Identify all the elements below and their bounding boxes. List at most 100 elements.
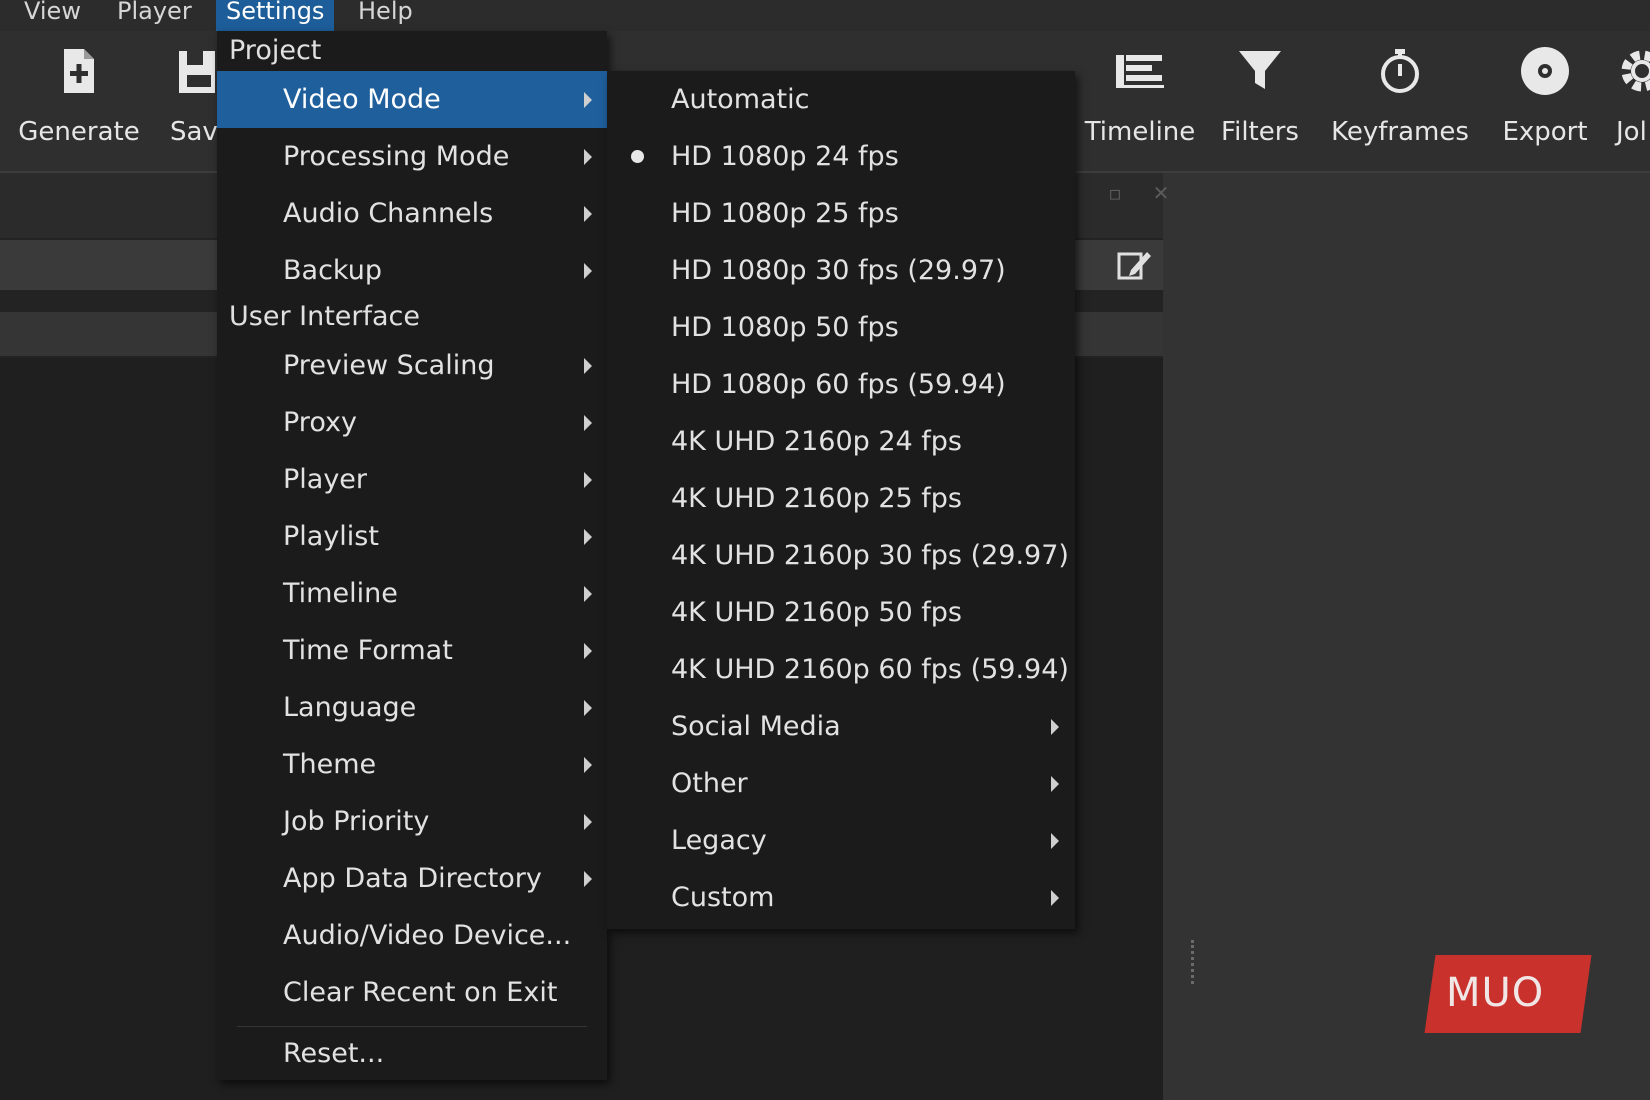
menu-item-label: HD 1080p 60 fps (59.94) xyxy=(671,369,1006,400)
menu-item-label: Preview Scaling xyxy=(283,350,495,381)
generate-button[interactable]: Generate xyxy=(14,31,144,171)
menu-item-label: Automatic xyxy=(671,84,810,115)
menu-item-label: Processing Mode xyxy=(283,141,510,172)
submenu-arrow-icon xyxy=(584,871,592,887)
menu-player[interactable]: Player xyxy=(107,0,202,31)
submenu-arrow-icon xyxy=(584,814,592,830)
menu-item-playlist[interactable]: Playlist xyxy=(217,508,607,565)
menu-item-label: App Data Directory xyxy=(283,863,542,894)
menu-item-theme[interactable]: Theme xyxy=(217,736,607,793)
menu-item-job-priority[interactable]: Job Priority xyxy=(217,793,607,850)
timeline-button[interactable]: Timeline xyxy=(1070,31,1210,171)
menu-item-clear-recent-on-exit[interactable]: Clear Recent on Exit xyxy=(217,964,607,1021)
panel-close-icon[interactable]: ✕ xyxy=(1148,180,1174,206)
menu-item-label: Theme xyxy=(283,749,377,780)
submenu-arrow-icon xyxy=(584,92,592,108)
menu-settings[interactable]: Settings xyxy=(216,0,335,31)
selected-radio-icon xyxy=(631,150,644,163)
stopwatch-icon xyxy=(1325,45,1475,105)
submenu-arrow-icon xyxy=(584,529,592,545)
menu-item-label: HD 1080p 50 fps xyxy=(671,312,899,343)
menu-item-label: Player xyxy=(283,464,368,495)
panel-float-icon[interactable]: ▫ xyxy=(1102,180,1128,206)
jobs-label: Jol xyxy=(1616,117,1647,147)
menu-item-label: Playlist xyxy=(283,521,379,552)
submenu-arrow-icon xyxy=(584,472,592,488)
menu-item-audio-video-device[interactable]: Audio/Video Device... xyxy=(217,907,607,964)
settings-menu: Project User Interface Video Mode Proces… xyxy=(217,31,607,1080)
submenu-arrow-icon xyxy=(1051,890,1059,906)
filter-icon xyxy=(1210,45,1310,105)
save-button[interactable]: Sav xyxy=(160,31,220,171)
export-button[interactable]: Export xyxy=(1490,31,1600,171)
menu-item-label: Proxy xyxy=(283,407,357,438)
video-mode-hd-1080p-25[interactable]: HD 1080p 25 fps xyxy=(607,185,1075,242)
video-mode-other[interactable]: Other xyxy=(607,755,1075,812)
menu-item-label: Legacy xyxy=(671,825,767,856)
edit-icon[interactable] xyxy=(1115,246,1155,286)
menu-item-label: Job Priority xyxy=(283,806,430,837)
menu-item-label: Audio Channels xyxy=(283,198,494,229)
menu-item-player[interactable]: Player xyxy=(217,451,607,508)
generate-label: Generate xyxy=(18,117,140,147)
menu-item-video-mode[interactable]: Video Mode xyxy=(217,71,607,128)
menu-item-label: HD 1080p 30 fps (29.97) xyxy=(671,255,1006,286)
video-mode-automatic[interactable]: Automatic xyxy=(607,71,1075,128)
filters-label: Filters xyxy=(1221,117,1299,147)
menu-item-preview-scaling[interactable]: Preview Scaling xyxy=(217,337,607,394)
menu-view[interactable]: View xyxy=(14,0,91,31)
submenu-arrow-icon xyxy=(584,757,592,773)
menu-item-label: Timeline xyxy=(283,578,398,609)
submenu-arrow-icon xyxy=(584,643,592,659)
menu-item-proxy[interactable]: Proxy xyxy=(217,394,607,451)
menu-item-label: Reset... xyxy=(283,1038,385,1069)
video-mode-4k-2160p-60[interactable]: 4K UHD 2160p 60 fps (59.94) xyxy=(607,641,1075,698)
video-mode-social-media[interactable]: Social Media xyxy=(607,698,1075,755)
menu-item-label: Video Mode xyxy=(283,84,441,115)
menu-item-time-format[interactable]: Time Format xyxy=(217,622,607,679)
video-mode-4k-2160p-50[interactable]: 4K UHD 2160p 50 fps xyxy=(607,584,1075,641)
video-mode-hd-1080p-30[interactable]: HD 1080p 30 fps (29.97) xyxy=(607,242,1075,299)
video-mode-4k-2160p-25[interactable]: 4K UHD 2160p 25 fps xyxy=(607,470,1075,527)
gear-icon xyxy=(1612,45,1650,105)
video-mode-submenu: Automatic HD 1080p 24 fps HD 1080p 25 fp… xyxy=(607,71,1075,929)
video-mode-hd-1080p-60[interactable]: HD 1080p 60 fps (59.94) xyxy=(607,356,1075,413)
video-mode-custom[interactable]: Custom xyxy=(607,869,1075,926)
menu-item-reset[interactable]: Reset... xyxy=(217,1025,607,1082)
menu-item-processing-mode[interactable]: Processing Mode xyxy=(217,128,607,185)
menu-help[interactable]: Help xyxy=(348,0,423,31)
menu-item-label: Social Media xyxy=(671,711,841,742)
submenu-arrow-icon xyxy=(584,415,592,431)
video-mode-hd-1080p-24[interactable]: HD 1080p 24 fps xyxy=(607,128,1075,185)
export-label: Export xyxy=(1502,117,1588,147)
keyframes-button[interactable]: Keyframes xyxy=(1325,31,1475,171)
section-user-interface: User Interface xyxy=(229,301,421,332)
menu-item-label: HD 1080p 25 fps xyxy=(671,198,899,229)
submenu-arrow-icon xyxy=(584,149,592,165)
video-mode-4k-2160p-30[interactable]: 4K UHD 2160p 30 fps (29.97) xyxy=(607,527,1075,584)
jobs-button[interactable]: Jol xyxy=(1612,31,1650,171)
menu-item-label: 4K UHD 2160p 50 fps xyxy=(671,597,962,628)
menu-item-audio-channels[interactable]: Audio Channels xyxy=(217,185,607,242)
menu-item-label: 4K UHD 2160p 24 fps xyxy=(671,426,962,457)
video-mode-hd-1080p-50[interactable]: HD 1080p 50 fps xyxy=(607,299,1075,356)
menu-item-label: Time Format xyxy=(283,635,453,666)
menu-item-label: HD 1080p 24 fps xyxy=(671,141,899,172)
filters-button[interactable]: Filters xyxy=(1210,31,1310,171)
menu-item-label: Backup xyxy=(283,255,382,286)
menu-item-language[interactable]: Language xyxy=(217,679,607,736)
submenu-arrow-icon xyxy=(1051,833,1059,849)
video-mode-legacy[interactable]: Legacy xyxy=(607,812,1075,869)
menu-item-label: 4K UHD 2160p 60 fps (59.94) xyxy=(671,654,1069,685)
submenu-arrow-icon xyxy=(1051,719,1059,735)
timeline-icon xyxy=(1070,45,1210,105)
menu-item-timeline[interactable]: Timeline xyxy=(217,565,607,622)
save-icon xyxy=(160,45,220,105)
video-mode-4k-2160p-24[interactable]: 4K UHD 2160p 24 fps xyxy=(607,413,1075,470)
muo-logo-text: MUO xyxy=(1446,970,1545,1016)
menu-item-app-data-directory[interactable]: App Data Directory xyxy=(217,850,607,907)
menu-bar: View Player Settings Help xyxy=(0,0,1650,31)
menu-item-backup[interactable]: Backup xyxy=(217,242,607,299)
splitter-handle[interactable] xyxy=(1191,940,1198,984)
submenu-arrow-icon xyxy=(584,206,592,222)
